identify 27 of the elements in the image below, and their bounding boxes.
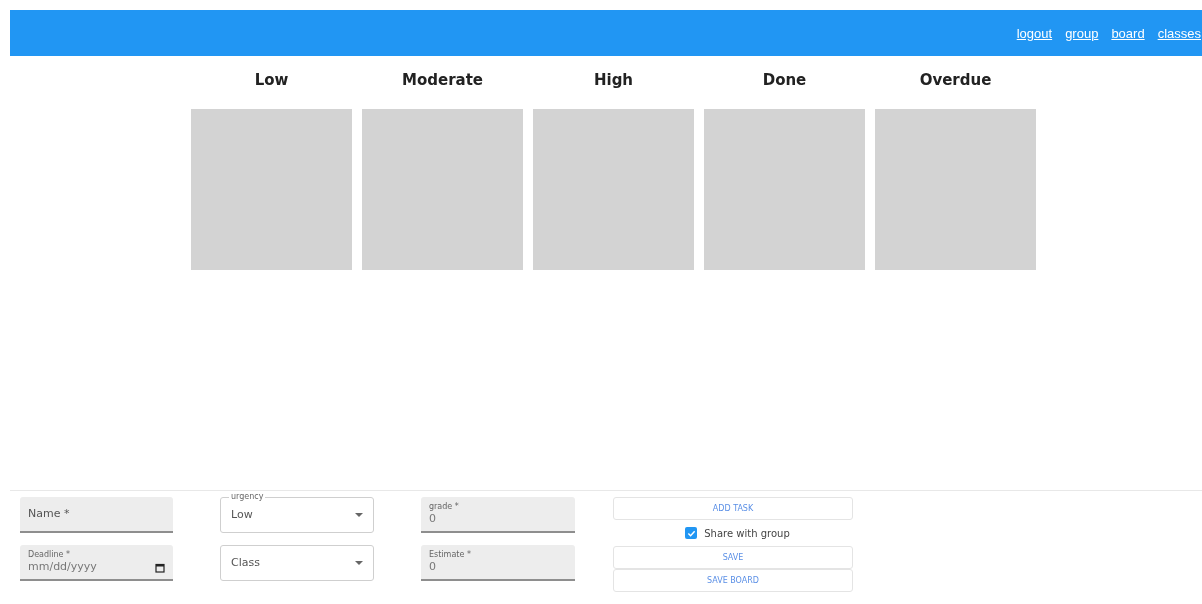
caret-icon: [355, 513, 363, 517]
column-drop-area[interactable]: [875, 109, 1036, 270]
checkbox[interactable]: [685, 527, 698, 539]
text-field[interactable]: Estimate * 0: [421, 545, 575, 581]
nav-link[interactable]: group: [1065, 25, 1099, 41]
date-field[interactable]: Deadline * mm/dd/yyyy: [20, 545, 173, 581]
add-task-button[interactable]: ADD TASK: [613, 497, 853, 520]
column-title: High: [593, 70, 634, 91]
column-drop-area[interactable]: [362, 109, 523, 270]
column-drop-area[interactable]: [704, 109, 865, 270]
save-board-button[interactable]: SAVE BOARD: [613, 569, 853, 592]
column-drop-area[interactable]: [191, 109, 352, 270]
text-field[interactable]: Name *: [20, 497, 173, 533]
nav-link[interactable]: logout: [1016, 25, 1053, 41]
column-title: Overdue: [919, 70, 992, 91]
column-title: Moderate: [402, 70, 483, 91]
nav-link[interactable]: classes: [1157, 25, 1201, 41]
checkbox-label: Share with group: [704, 527, 790, 539]
select-field[interactable]: Class: [220, 545, 374, 581]
column-title: Low: [254, 70, 289, 91]
calendar-icon[interactable]: [155, 563, 165, 573]
text-field[interactable]: grade * 0: [421, 497, 575, 533]
column-title: Done: [762, 70, 807, 91]
column-drop-area[interactable]: [533, 109, 694, 270]
nav-link[interactable]: board: [1111, 25, 1145, 41]
save-button[interactable]: SAVE: [613, 546, 853, 569]
caret-icon: [355, 561, 363, 565]
